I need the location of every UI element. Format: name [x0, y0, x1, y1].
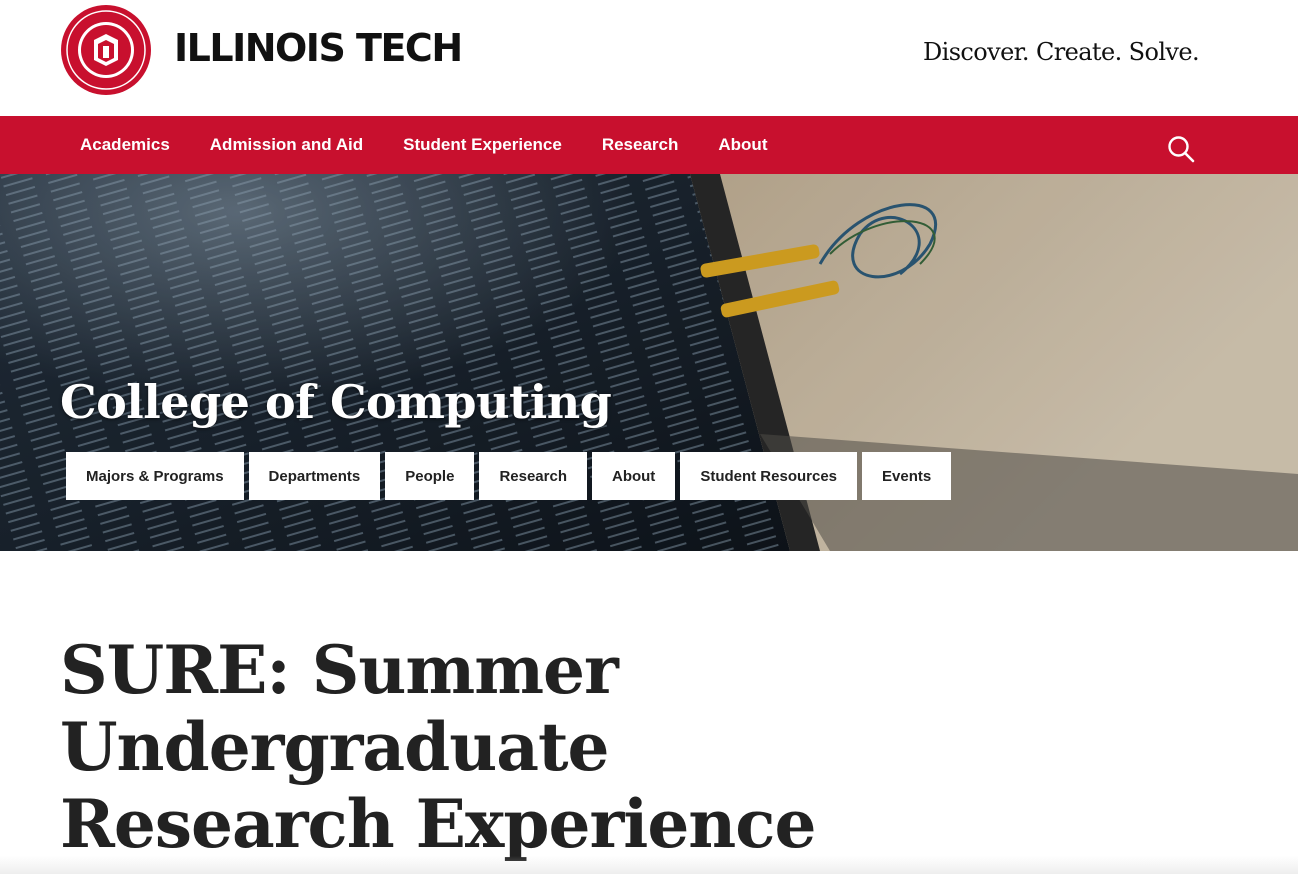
nav-item-research[interactable]: Research: [582, 116, 699, 174]
college-sub-navigation: Majors & Programs Departments People Res…: [66, 452, 956, 500]
illinois-tech-wordmark[interactable]: ILLINOIS TECH: [174, 26, 463, 70]
search-icon[interactable]: [1166, 134, 1196, 164]
page-title: SURE: Summer Undergraduate Research Expe…: [60, 631, 816, 863]
tab-research[interactable]: Research: [479, 452, 587, 500]
nav-item-academics[interactable]: Academics: [60, 116, 190, 174]
tab-student-resources[interactable]: Student Resources: [680, 452, 858, 500]
nav-item-about[interactable]: About: [698, 116, 787, 174]
nav-item-student-experience[interactable]: Student Experience: [383, 116, 582, 174]
scroll-fade: [0, 856, 1298, 874]
main-navigation: Academics Admission and Aid Student Expe…: [0, 116, 1298, 174]
university-seal-logo[interactable]: [60, 4, 152, 96]
tab-majors-programs[interactable]: Majors & Programs: [66, 452, 244, 500]
nav-item-admission-and-aid[interactable]: Admission and Aid: [190, 116, 383, 174]
site-header: ILLINOIS TECH Discover. Create. Solve.: [0, 0, 1298, 116]
tab-departments[interactable]: Departments: [248, 452, 381, 500]
tab-events[interactable]: Events: [862, 452, 952, 500]
tagline: Discover. Create. Solve.: [923, 38, 1200, 66]
college-title: College of Computing: [60, 375, 612, 429]
tab-about[interactable]: About: [591, 452, 676, 500]
tab-people[interactable]: People: [385, 452, 475, 500]
hero-banner: College of Computing Majors & Programs D…: [0, 174, 1298, 551]
